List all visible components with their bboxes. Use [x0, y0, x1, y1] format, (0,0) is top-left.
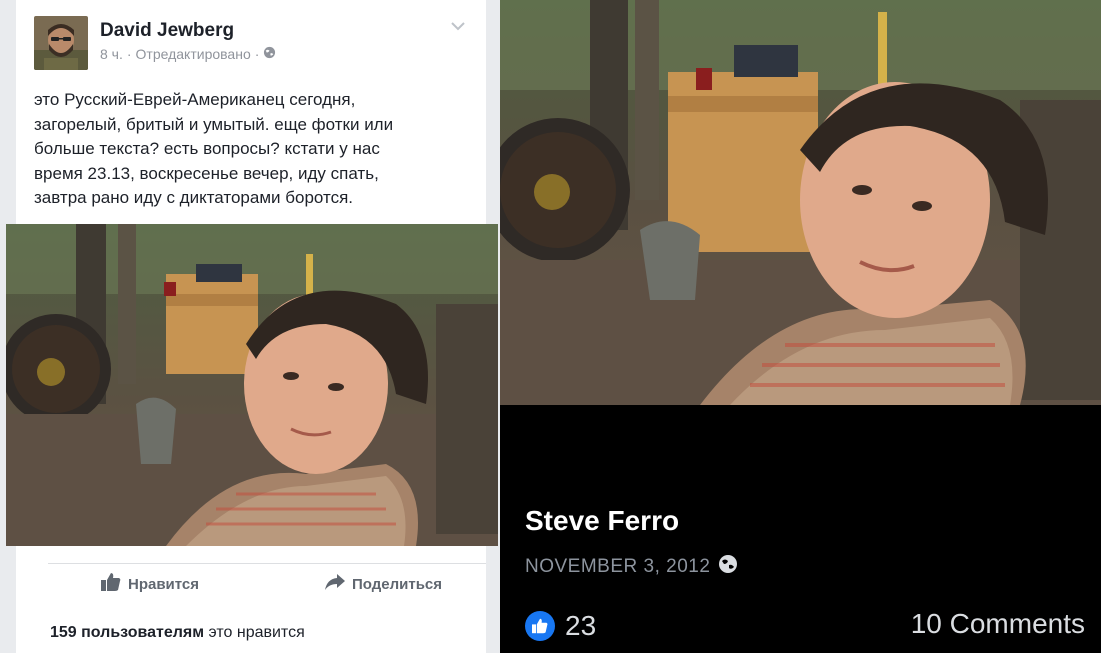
viewer-photo[interactable] — [500, 0, 1101, 405]
viewer-date-text[interactable]: NOVEMBER 3, 2012 — [525, 556, 710, 578]
post-text: это Русский-Еврей-Американец сегодня, за… — [34, 88, 474, 211]
comments-link[interactable]: 10 Comments — [911, 608, 1085, 640]
meta-separator: · — [126, 46, 132, 62]
post-text-line: завтра рано иду с диктаторами боротся. — [34, 188, 353, 207]
share-label: Поделиться — [352, 575, 443, 593]
thumbs-up-icon — [100, 572, 122, 596]
share-arrow-icon — [324, 573, 346, 595]
globe-icon — [718, 554, 738, 580]
like-label: Нравится — [128, 575, 200, 593]
photo-viewer: Steve Ferro NOVEMBER 3, 2012 23 10 Comme… — [500, 0, 1101, 653]
likes-suffix: это нравится — [204, 624, 305, 641]
viewer-date: NOVEMBER 3, 2012 — [525, 554, 738, 580]
post-author-name[interactable]: David Jewberg — [100, 20, 234, 42]
viewer-author-name[interactable]: Steve Ferro — [525, 505, 679, 537]
meta-separator: · — [254, 46, 260, 62]
likes-count: 159 пользователям — [50, 624, 205, 641]
edited-label[interactable]: Отредактировано — [136, 46, 251, 62]
like-count: 23 — [565, 610, 597, 641]
left-panel: David Jewberg 8 ч. · Отредактировано · э… — [0, 0, 500, 653]
post-text-line: загорелый, бритый и умытый. еще фотки ил… — [34, 114, 394, 134]
post-meta: 8 ч. · Отредактировано · — [100, 46, 276, 62]
divider — [48, 563, 486, 564]
chevron-down-icon[interactable] — [448, 16, 468, 36]
like-button[interactable]: Нравится — [100, 572, 199, 596]
post-text-line: время 23.13, воскресенье вечер, иду спат… — [34, 163, 379, 183]
post-text-line: это Русский-Еврей-Американец сегодня, — [34, 90, 356, 109]
avatar[interactable] — [34, 16, 88, 70]
globe-icon — [263, 46, 276, 62]
thumbs-up-icon — [525, 611, 555, 641]
likes-summary[interactable]: 159 пользователям это нравится — [50, 624, 305, 642]
post-text-line: больше текста? есть вопросы? кстати у на… — [34, 139, 380, 158]
share-button[interactable]: Поделиться — [324, 572, 442, 596]
post-photo[interactable] — [6, 224, 498, 546]
reactions[interactable]: 23 — [525, 610, 596, 642]
post-time[interactable]: 8 ч. — [100, 46, 123, 62]
